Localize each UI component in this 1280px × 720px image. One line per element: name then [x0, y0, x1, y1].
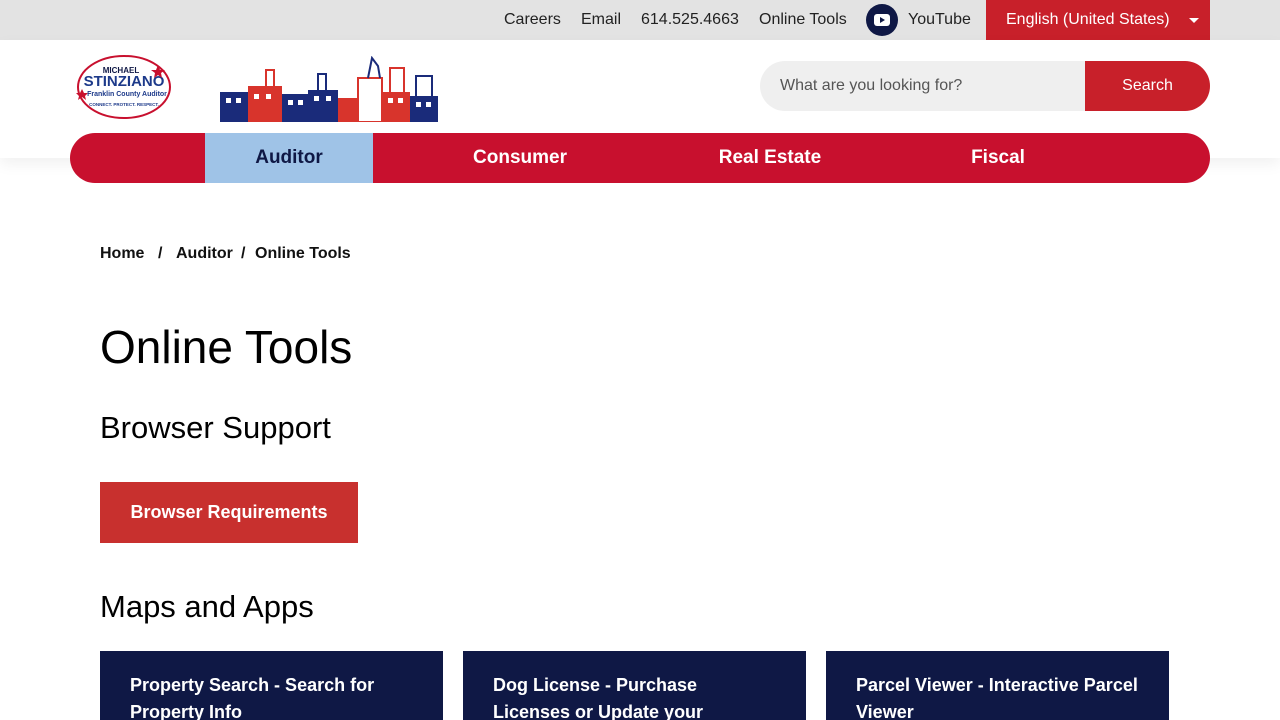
- breadcrumb-current: Online Tools: [255, 245, 351, 262]
- property-search-card[interactable]: Property Search - Search for Property In…: [100, 651, 443, 720]
- email-link[interactable]: Email: [581, 0, 621, 40]
- dog-license-card[interactable]: Dog License - Purchase Licenses or Updat…: [463, 651, 806, 720]
- breadcrumb-separator: /: [158, 245, 163, 262]
- breadcrumb-auditor[interactable]: Auditor: [176, 245, 233, 263]
- phone-link[interactable]: 614.525.4663: [641, 0, 739, 40]
- language-select-value: English (United States): [1006, 11, 1170, 28]
- logo-office: Franklin County Auditor: [87, 91, 167, 98]
- card-title: Parcel Viewer - Interactive Parcel Viewe…: [856, 675, 1138, 720]
- maps-and-apps-heading: Maps and Apps: [100, 589, 314, 624]
- browser-support-heading: Browser Support: [100, 410, 331, 445]
- logo-last-name: STINZIANO: [84, 73, 165, 90]
- nav-item-fiscal[interactable]: Fiscal: [928, 133, 1068, 183]
- youtube-icon[interactable]: [866, 4, 898, 36]
- search-button[interactable]: Search: [1085, 61, 1210, 111]
- utility-bar: Careers Email 614.525.4663 Online Tools …: [0, 0, 1280, 40]
- site-search: Search: [760, 61, 1210, 111]
- online-tools-link[interactable]: Online Tools: [759, 0, 847, 40]
- careers-link[interactable]: Careers: [504, 0, 561, 40]
- city-skyline-graphic: [220, 56, 438, 122]
- nav-item-real-estate[interactable]: Real Estate: [680, 133, 860, 183]
- breadcrumb-separator: /: [241, 245, 246, 262]
- logo-tagline: CONNECT. PROTECT. RESPECT.: [89, 102, 159, 107]
- nav-item-auditor[interactable]: Auditor: [205, 133, 373, 183]
- card-title: Property Search - Search for Property In…: [130, 675, 375, 720]
- browser-requirements-button[interactable]: Browser Requirements: [100, 482, 358, 543]
- breadcrumb-home[interactable]: Home: [100, 245, 144, 263]
- page-title: Online Tools: [100, 321, 353, 373]
- card-title: Dog License - Purchase Licenses or Updat…: [493, 675, 704, 720]
- main-nav: Auditor Consumer Real Estate Fiscal: [70, 133, 1210, 183]
- nav-item-consumer[interactable]: Consumer: [435, 133, 605, 183]
- caret-down-icon: [1189, 18, 1199, 23]
- auditor-logo[interactable]: MICHAEL STINZIANO Franklin County Audito…: [74, 53, 174, 121]
- language-select[interactable]: English (United States): [986, 0, 1210, 40]
- parcel-viewer-card[interactable]: Parcel Viewer - Interactive Parcel Viewe…: [826, 651, 1169, 720]
- youtube-link[interactable]: YouTube: [908, 0, 971, 40]
- search-input[interactable]: [760, 61, 1095, 111]
